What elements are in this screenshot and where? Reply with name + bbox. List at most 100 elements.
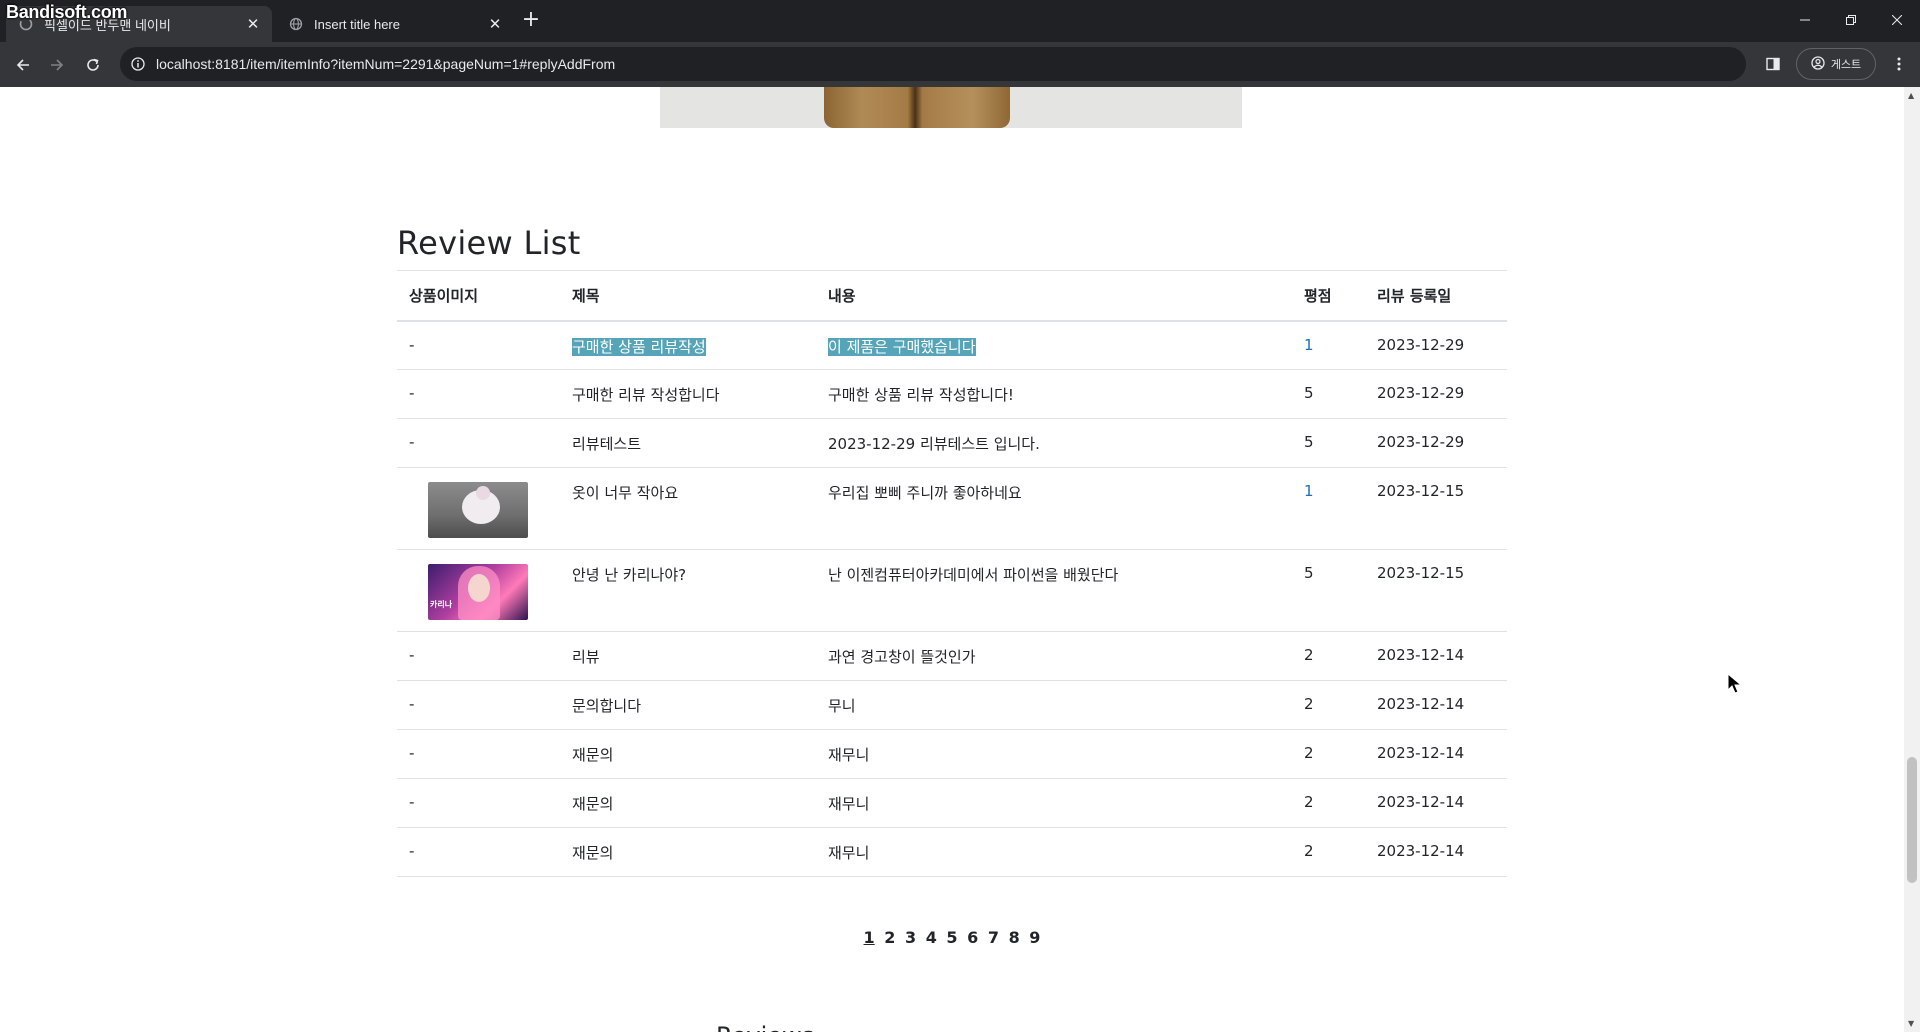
page-link-3[interactable]: 3: [905, 928, 916, 947]
cell-date: 2023-12-14: [1365, 680, 1507, 730]
cell-date: 2023-12-14: [1365, 827, 1507, 877]
review-table: 상품이미지 제목 내용 평점 리뷰 등록일 - 구매한 상품 리뷰작성 이 제품…: [397, 270, 1507, 877]
cell-title[interactable]: 구매한 리뷰 작성합니다: [560, 369, 816, 419]
cell-date: 2023-12-15: [1365, 549, 1507, 632]
profile-label: 게스트: [1830, 58, 1862, 71]
page-link-4[interactable]: 4: [926, 928, 937, 947]
cell-title[interactable]: 리뷰테스트: [560, 418, 816, 468]
cell-content: 우리집 뽀삐 주니까 좋아하네요: [816, 467, 1292, 550]
thumb-shape: [476, 486, 490, 500]
cell-content: 과연 경고창이 뜰것인가: [816, 631, 1292, 681]
cell-image: -: [397, 320, 560, 370]
page-viewport: Review List 상품이미지 제목 내용 평점 리뷰 등록일 - 구매한 …: [0, 87, 1904, 1032]
cell-title[interactable]: 재문의: [560, 778, 816, 828]
col-rating: 평점: [1292, 270, 1365, 322]
cell-rating: 2: [1292, 827, 1365, 877]
coat-image-fragment: [824, 87, 1010, 128]
cell-image: -: [397, 418, 560, 468]
cell-rating: 5: [1292, 418, 1365, 468]
cell-content: 난 이젠컴퓨터아카데미에서 파이썬을 배웠단다: [816, 549, 1292, 632]
scrollbar-thumb[interactable]: [1907, 757, 1917, 883]
review-title-link[interactable]: 구매한 상품 리뷰작성: [572, 337, 706, 356]
table-row[interactable]: - 재문의 재무니 2 2023-12-14: [397, 778, 1507, 828]
col-title: 제목: [560, 270, 816, 322]
col-content: 내용: [816, 270, 1292, 322]
table-row[interactable]: 옷이 너무 작아요 우리집 뽀삐 주니까 좋아하네요 1 2023-12-15: [397, 467, 1507, 550]
cell-rating: 2: [1292, 680, 1365, 730]
cell-content: 재무니: [816, 827, 1292, 877]
cell-image: 카리나: [397, 549, 560, 632]
cell-date: 2023-12-14: [1365, 631, 1507, 681]
vertical-scrollbar[interactable]: ▲ ▼: [1904, 87, 1920, 1032]
page-link-1[interactable]: 1: [864, 928, 875, 947]
review-content: 이 제품은 구매했습니다: [828, 337, 976, 356]
cell-title[interactable]: 재문의: [560, 729, 816, 779]
next-section-heading: Reviews: [716, 1022, 814, 1032]
cell-date: 2023-12-15: [1365, 467, 1507, 550]
thumb-caption: 카리나: [430, 600, 453, 609]
page-link-5[interactable]: 5: [946, 928, 957, 947]
table-row[interactable]: - 리뷰 과연 경고창이 뜰것인가 2 2023-12-14: [397, 631, 1507, 681]
cell-content: 2023-12-29 리뷰테스트 입니다.: [816, 418, 1292, 468]
page-link-8[interactable]: 8: [1009, 928, 1020, 947]
table-row[interactable]: - 재문의 재무니 2 2023-12-14: [397, 827, 1507, 877]
col-image: 상품이미지: [397, 270, 560, 322]
tab-title: Insert title here: [314, 16, 400, 32]
back-arrow-icon[interactable]: [10, 52, 36, 78]
cell-content: 구매한 상품 리뷰 작성합니다!: [816, 369, 1292, 419]
tab-close-icon[interactable]: ✕: [242, 13, 264, 35]
globe-icon: [288, 16, 304, 32]
side-panel-icon[interactable]: [1762, 53, 1784, 75]
scroll-up-icon[interactable]: ▲: [1908, 91, 1914, 100]
browser-toolbar: localhost:8181/item/itemInfo?itemNum=229…: [0, 42, 1920, 87]
table-row[interactable]: - 구매한 상품 리뷰작성 이 제품은 구매했습니다 1 2023-12-29: [397, 320, 1507, 370]
tab-inactive[interactable]: Insert title here ✕: [276, 6, 514, 42]
close-window-icon[interactable]: [1874, 8, 1920, 32]
cell-image: -: [397, 680, 560, 730]
review-list-title: Review List: [397, 224, 581, 262]
cell-content: 재무니: [816, 729, 1292, 779]
table-row[interactable]: - 문의합니다 무니 2 2023-12-14: [397, 680, 1507, 730]
table-row[interactable]: - 구매한 리뷰 작성합니다 구매한 상품 리뷰 작성합니다! 5 2023-1…: [397, 369, 1507, 419]
cell-title[interactable]: 리뷰: [560, 631, 816, 681]
table-row[interactable]: - 리뷰테스트 2023-12-29 리뷰테스트 입니다. 5 2023-12-…: [397, 418, 1507, 468]
tab-close-icon[interactable]: ✕: [484, 13, 506, 35]
review-thumbnail-idol[interactable]: 카리나: [428, 564, 528, 620]
page-link-9[interactable]: 9: [1029, 928, 1040, 947]
profile-button[interactable]: 게스트: [1796, 48, 1876, 80]
cell-rating: 5: [1292, 369, 1365, 419]
url-text: localhost:8181/item/itemInfo?itemNum=229…: [156, 56, 616, 72]
tab-strip: 픽셀이드 반두맨 네이비 ✕ Insert title here ✕ Bandi…: [0, 0, 1920, 42]
page-link-7[interactable]: 7: [988, 928, 999, 947]
page-link-6[interactable]: 6: [967, 928, 978, 947]
cell-title[interactable]: 구매한 상품 리뷰작성: [560, 320, 816, 370]
cell-title[interactable]: 옷이 너무 작아요: [560, 467, 816, 550]
cell-date: 2023-12-14: [1365, 778, 1507, 828]
review-thumbnail-dog[interactable]: [428, 482, 528, 538]
minimize-icon[interactable]: [1782, 8, 1828, 32]
cell-title[interactable]: 안녕 난 카리나야?: [560, 549, 816, 632]
cell-title[interactable]: 재문의: [560, 827, 816, 877]
forward-arrow-icon[interactable]: [44, 52, 70, 78]
mouse-cursor-icon: [1727, 673, 1743, 694]
reload-icon[interactable]: [80, 52, 106, 78]
cell-image: [397, 467, 560, 550]
kebab-menu-icon[interactable]: [1888, 53, 1910, 75]
cell-title[interactable]: 문의합니다: [560, 680, 816, 730]
table-row[interactable]: - 재문의 재무니 2 2023-12-14: [397, 729, 1507, 779]
restore-icon[interactable]: [1828, 8, 1874, 32]
scroll-down-icon[interactable]: ▼: [1908, 1019, 1914, 1028]
cell-date: 2023-12-29: [1365, 369, 1507, 419]
site-info-icon[interactable]: [128, 54, 148, 74]
new-tab-button[interactable]: +: [520, 8, 542, 34]
cell-date: 2023-12-29: [1365, 418, 1507, 468]
address-bar[interactable]: localhost:8181/item/itemInfo?itemNum=229…: [120, 47, 1746, 81]
cell-image: -: [397, 729, 560, 779]
cell-rating: 1: [1292, 467, 1365, 550]
cell-rating: 2: [1292, 631, 1365, 681]
table-header-row: 상품이미지 제목 내용 평점 리뷰 등록일: [397, 270, 1507, 322]
table-row[interactable]: 카리나 안녕 난 카리나야? 난 이젠컴퓨터아카데미에서 파이썬을 배웠단다 5…: [397, 549, 1507, 632]
page-link-2[interactable]: 2: [884, 928, 895, 947]
cell-date: 2023-12-29: [1365, 320, 1507, 370]
cell-rating: 2: [1292, 729, 1365, 779]
